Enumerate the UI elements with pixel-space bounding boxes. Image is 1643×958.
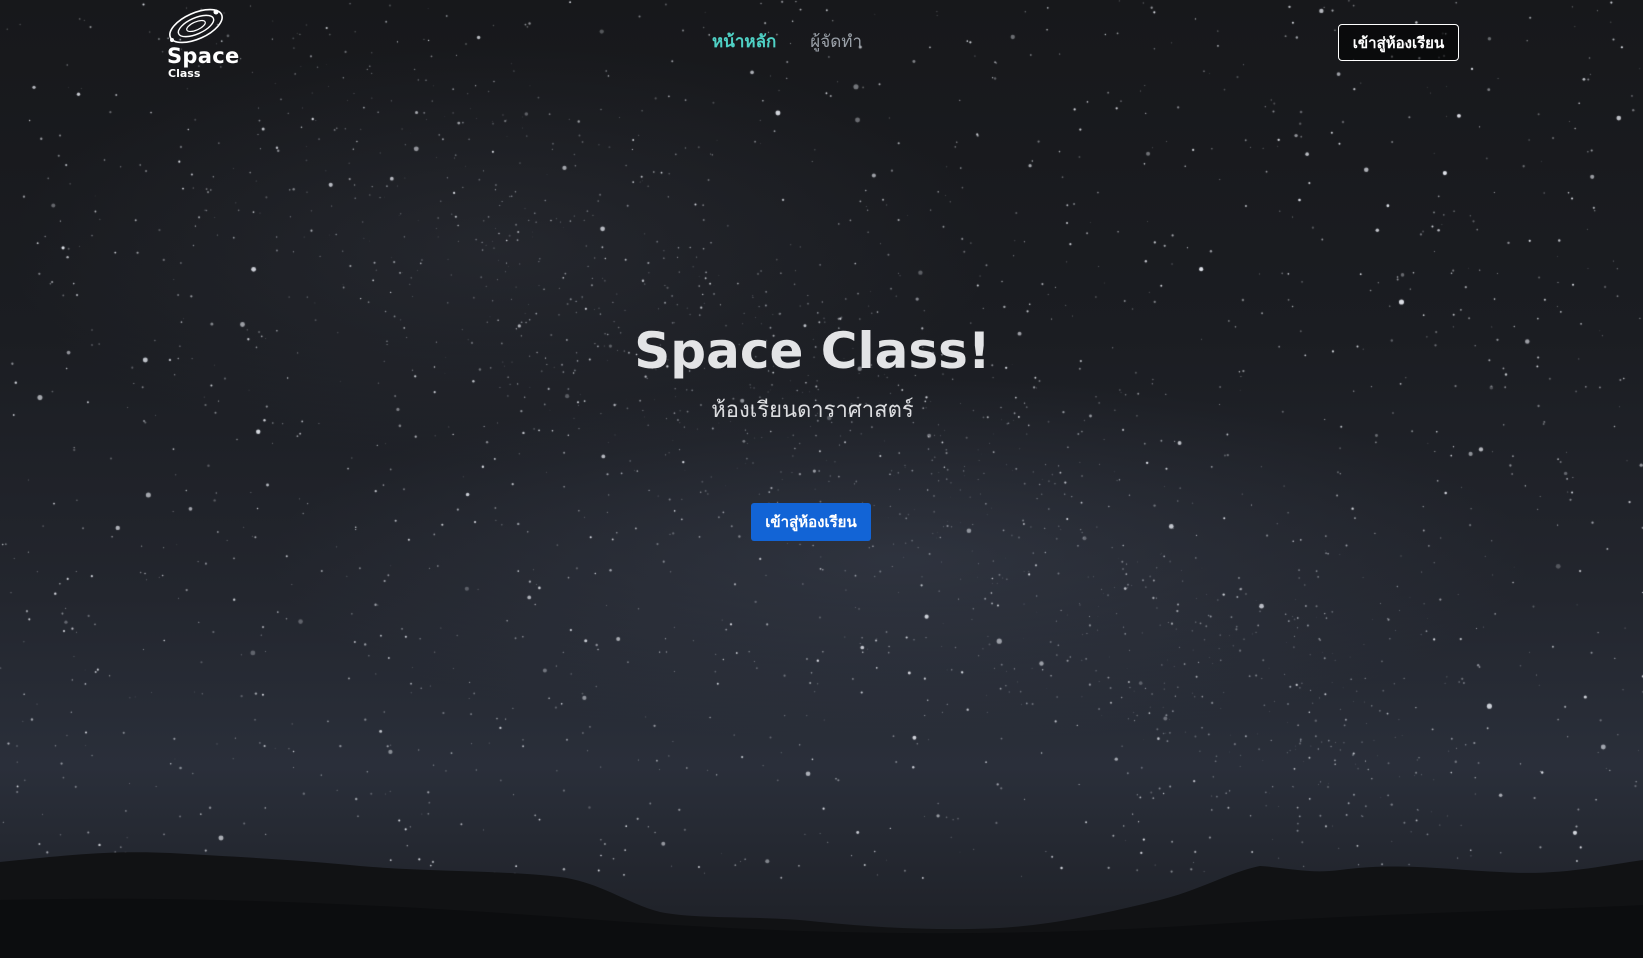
site-header: Space Class หน้าหลัก ผู้จัดทำ เข้าสู่ห้อ…: [0, 0, 1643, 84]
enter-classroom-header-button[interactable]: เข้าสู่ห้องเรียน: [1338, 24, 1459, 61]
hero-title: Space Class!: [634, 322, 991, 380]
logo-subtitle: Class: [168, 67, 201, 80]
logo[interactable]: Space Class: [166, 4, 246, 82]
logo-title: Space: [167, 44, 240, 68]
horizon-silhouette: [0, 852, 1643, 958]
main-nav: หน้าหลัก ผู้จัดทำ: [712, 28, 862, 55]
enter-classroom-button[interactable]: เข้าสู่ห้องเรียน: [751, 503, 871, 541]
nav-creators[interactable]: ผู้จัดทำ: [810, 28, 862, 55]
hero-subtitle: ห้องเรียนดาราศาสตร์: [711, 398, 914, 423]
nav-home[interactable]: หน้าหลัก: [712, 28, 776, 55]
landing-page: Space Class หน้าหลัก ผู้จัดทำ เข้าสู่ห้อ…: [0, 0, 1643, 958]
